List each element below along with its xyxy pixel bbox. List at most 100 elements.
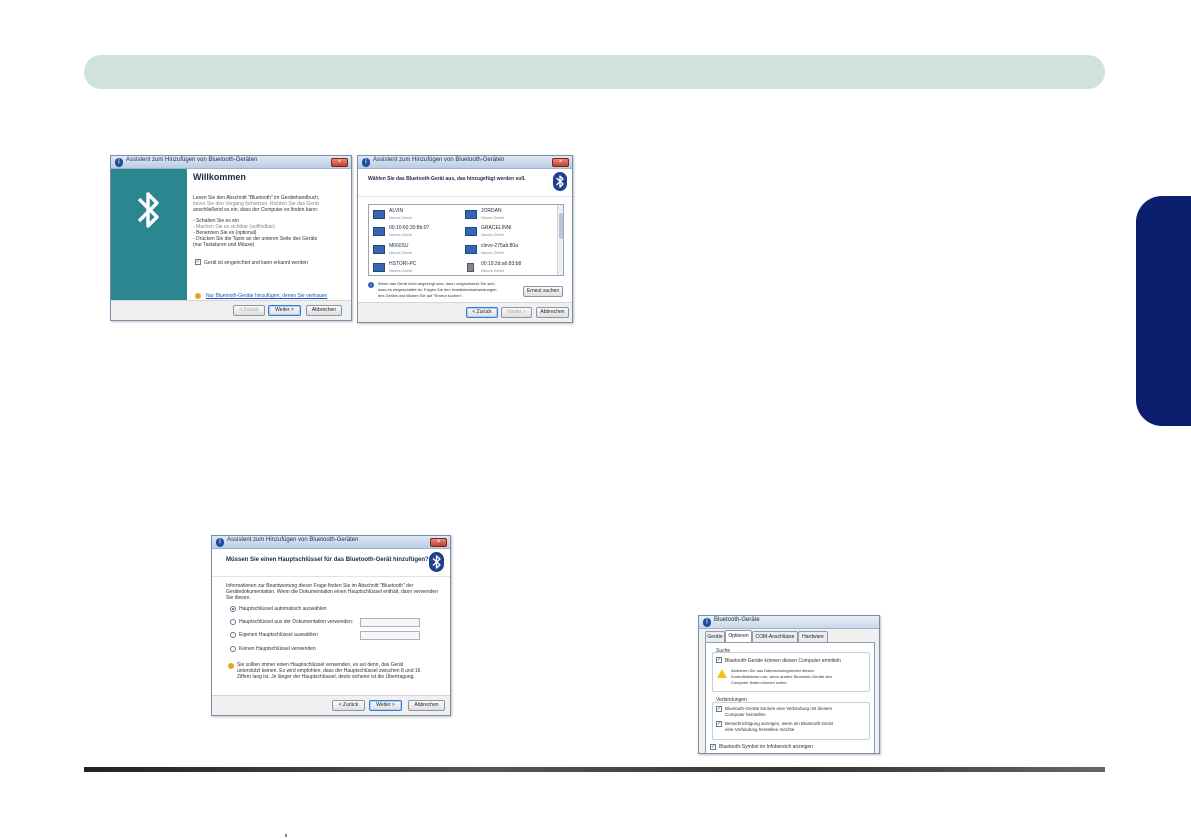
scrollbar-thumb[interactable] [559, 213, 563, 239]
list-item[interactable]: M660SU Neues Gerät [373, 243, 461, 259]
bluetooth-logo-icon [429, 552, 444, 572]
checkbox-label: Bluetooth-Symbol im Infobereich anzeigen [719, 744, 813, 750]
allow-connect-checkbox[interactable]: ✓ [716, 706, 722, 712]
tab-devices[interactable]: Geräte [705, 631, 725, 642]
next-button[interactable]: Weiter > [501, 307, 532, 318]
option-label: Keinen Hauptschlüssel verwenden [239, 646, 316, 652]
trust-link[interactable]: Nur Bluetooth-Geräte hinzufügen, denen S… [206, 293, 327, 299]
radio-own-passkey[interactable] [230, 632, 236, 638]
close-icon[interactable]: × [552, 158, 569, 167]
step-item: (nur Tastaturen und Mäuse) [193, 242, 255, 248]
computer-icon [465, 227, 477, 236]
page-title: Willkommen [193, 172, 246, 182]
option-label: Hauptschlüssel aus der Dokumentation ver… [239, 619, 354, 625]
device-list[interactable]: ALVIN Neues Gerät JORDAN Neues Gerät 00:… [368, 204, 564, 276]
device-status: Neues Gerät [481, 250, 504, 255]
info-line: des Geräts und klicken Sie auf "Erneut s… [378, 293, 464, 298]
checkbox-label: Bluetooth-Geräte können eine Verbindung … [725, 706, 833, 711]
back-button[interactable]: < Zurück [332, 700, 365, 711]
radio-no-passkey[interactable] [230, 646, 236, 652]
device-name: HSTORI-PC [389, 261, 417, 267]
info-line: Wenn das Gerät nicht angezeigt wird, dan… [378, 281, 496, 286]
back-button[interactable]: < Zurück [466, 307, 498, 318]
device-name: M660SU [389, 243, 409, 249]
computer-icon [373, 227, 385, 236]
side-tab [1136, 196, 1191, 426]
option-label: Hauptschlüssel automatisch auswählen [239, 606, 327, 612]
device-status: Neues Gerät [389, 250, 412, 255]
close-icon[interactable]: × [331, 158, 348, 167]
device-status: Neues Gerät [481, 215, 504, 220]
device-status: Neues Gerät [481, 232, 504, 237]
window-title: Assistent zum Hinzufügen von Bluetooth-G… [126, 157, 258, 163]
wizard-welcome-dialog: ᛒ Assistent zum Hinzufügen von Bluetooth… [110, 155, 352, 321]
page-title: Wählen Sie das Bluetooth-Gerät aus, das … [368, 176, 526, 182]
window-title: Bluetooth-Geräte [714, 617, 760, 623]
titlebar: ᛒ Assistent zum Hinzufügen von Bluetooth… [358, 156, 572, 169]
warning-icon [717, 669, 727, 678]
radio-auto-passkey[interactable] [230, 606, 236, 612]
list-item[interactable]: GRACELINNI Neues Gerät [465, 225, 553, 241]
bluetooth-logo-icon [137, 192, 159, 228]
footer: < Zurück Weiter > Abbrechen [212, 695, 450, 715]
computer-icon [373, 210, 385, 219]
bluetooth-icon: ᛒ [362, 158, 370, 167]
radio-doc-passkey[interactable] [230, 619, 236, 625]
bluetooth-icon: ᛒ [216, 538, 224, 547]
tab-options[interactable]: Optionen [725, 630, 752, 642]
search-again-button[interactable]: Erneut suchen [523, 286, 563, 297]
close-icon[interactable]: × [430, 538, 447, 547]
info-line: dass es eingeschaltet ist. Folgen Sie de… [378, 287, 497, 292]
page-title: Müssen Sie einen Hauptschlüssel für das … [226, 557, 429, 563]
bluetooth-devices-dialog: ᛒ Bluetooth-Geräte Geräte Optionen COM-A… [698, 615, 880, 754]
list-item[interactable]: ALVIN Neues Gerät [373, 208, 461, 224]
device-name: 00:19:2d:a6:83:b8 [481, 261, 522, 267]
own-passkey-field[interactable] [360, 631, 420, 640]
cancel-button[interactable]: Abbrechen [408, 700, 445, 711]
cancel-button[interactable]: Abbrechen [536, 307, 569, 318]
notify-checkbox[interactable]: ✓ [716, 721, 722, 727]
scrollbar[interactable] [557, 205, 563, 275]
doc-passkey-field[interactable] [360, 618, 420, 627]
back-button[interactable]: < Zurück [233, 305, 265, 316]
page-mark [285, 834, 287, 837]
warning-line: Aktivieren Sie aus Datenschutzgründen di… [731, 668, 814, 673]
list-item[interactable]: clevo-275ab:80a Neues Gerät [465, 243, 553, 259]
intro-line: Sie diesen. [226, 595, 251, 601]
warning-line: Computer finden können sollen. [731, 680, 788, 685]
list-item[interactable]: 00:19:2d:a6:83:b8 Neues Gerät [465, 261, 553, 277]
bottom-rule [84, 767, 1105, 772]
intro-line: Gerätedokumentation. Wenn die Dokumentat… [226, 589, 438, 595]
checkbox-label: Computer herstellen [725, 712, 766, 717]
list-item[interactable]: 00:10:60:30:8b:07 Neues Gerät [373, 225, 461, 241]
list-item[interactable]: JORDAN Neues Gerät [465, 208, 553, 224]
device-name: JORDAN [481, 208, 502, 214]
window-title: Assistent zum Hinzufügen von Bluetooth-G… [227, 537, 359, 543]
device-status: Neues Gerät [481, 268, 504, 273]
device-name: 00:10:60:30:8b:07 [389, 225, 430, 231]
next-button[interactable]: Weiter > [268, 305, 301, 316]
option-label: Eigenen Hauptschlüssel auswählen [239, 632, 318, 638]
titlebar: ᛒ Bluetooth-Geräte [699, 616, 879, 629]
shield-icon [195, 293, 201, 299]
warning-line: Kontrollkästchen nur, wenn andere Blueto… [731, 674, 832, 679]
header-area: Wählen Sie das Bluetooth-Gerät aus, das … [358, 169, 572, 197]
footer: < Zurück Weiter > Abbrechen [111, 300, 351, 320]
titlebar: ᛒ Assistent zum Hinzufügen von Bluetooth… [212, 536, 450, 549]
bluetooth-icon: ᛒ [703, 618, 711, 627]
tray-icon-checkbox[interactable]: ✓ [710, 744, 716, 750]
tab-hardware[interactable]: Hardware [798, 631, 828, 642]
discoverable-checkbox[interactable]: ✓ [716, 657, 722, 663]
tab-com-ports[interactable]: COM-Anschlüsse [752, 631, 798, 642]
device-ready-checkbox[interactable]: ✓ [195, 259, 201, 265]
cancel-button[interactable]: Abbrechen [306, 305, 342, 316]
header-bar [84, 55, 1105, 89]
info-icon: i [368, 282, 374, 288]
next-button[interactable]: Weiter > [369, 700, 402, 711]
wizard-passkey-dialog: ᛒ Assistent zum Hinzufügen von Bluetooth… [211, 535, 451, 716]
bluetooth-logo-icon [553, 172, 567, 191]
checkbox-label: eine Verbindung herstellen möchte [725, 727, 795, 732]
intro-line: anschließend so ein, dass der Computer e… [193, 207, 319, 213]
computer-icon [373, 263, 385, 272]
list-item[interactable]: HSTORI-PC Neues Gerät [373, 261, 461, 277]
